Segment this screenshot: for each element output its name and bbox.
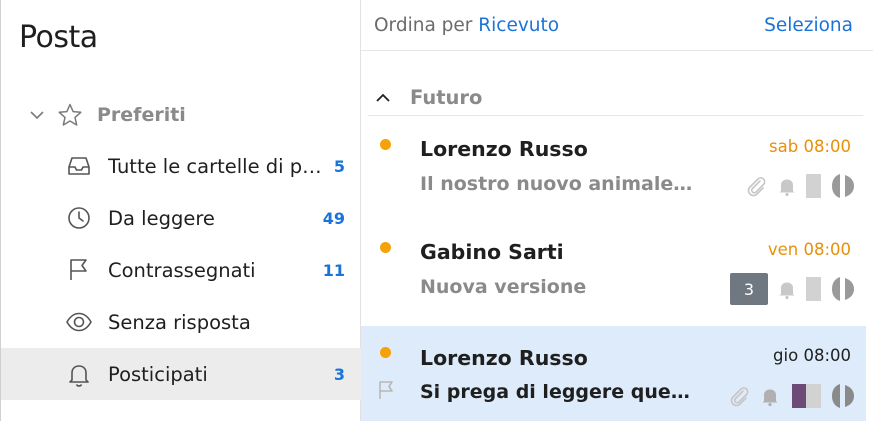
message-sender: Lorenzo Russo: [420, 346, 588, 370]
message-time: ven 08:00: [767, 240, 851, 259]
sidebar-item-label: Contrassegnati: [108, 258, 256, 282]
sidebar-item-count: 11: [322, 260, 345, 280]
sidebar-item-snoozed[interactable]: Posticipati 3: [1, 348, 361, 400]
eye-icon: [66, 312, 92, 332]
message-status-icons: [737, 170, 858, 202]
clock-icon: [68, 207, 90, 229]
message-sender: Gabino Sarti: [420, 240, 564, 264]
sidebar-item-unread[interactable]: Da leggere 49: [1, 192, 361, 244]
favorites-label: Preferiti: [97, 104, 186, 126]
group-header[interactable]: Futuro: [368, 80, 863, 116]
group-label: Futuro: [410, 86, 483, 109]
sidebar-item-label: Senza risposta: [108, 310, 251, 334]
category-tag: [806, 384, 821, 408]
sidebar-item-label: Tutte le cartelle di posta: [108, 154, 330, 178]
message-list-pane: Ordina per Ricevuto Seleziona Futuro Lor…: [361, 0, 873, 421]
category-tag: [806, 277, 821, 301]
sidebar-item-label: Da leggere: [108, 206, 215, 230]
chevron-down-icon: [30, 111, 44, 120]
chevron-up-icon: [376, 93, 390, 102]
sidebar-item-count: 3: [333, 364, 345, 384]
favorites-header[interactable]: Preferiti: [27, 98, 347, 132]
sidebar-item-label: Posticipati: [108, 362, 208, 386]
sidebar-item-count: 5: [333, 156, 345, 176]
message-subject: Si prega di leggere questo messaggio: [420, 381, 695, 403]
unread-dot[interactable]: [380, 139, 391, 150]
thread-count-badge: 3: [730, 273, 768, 305]
sidebar: Posta Preferiti Tutte le cartelle di pos…: [0, 0, 361, 421]
message-subject: Il nostro nuovo animale domestico: [420, 173, 695, 195]
flag-icon[interactable]: [376, 379, 398, 401]
message-status-icons: 3: [723, 273, 858, 305]
message-row[interactable]: Lorenzo Russo sab 08:00 Il nostro nuovo …: [361, 123, 866, 226]
sidebar-item-flagged[interactable]: Contrassegnati 11: [1, 244, 361, 296]
sort-bar: Ordina per Ricevuto Seleziona: [361, 0, 873, 51]
inbox-tray-icon: [68, 157, 90, 175]
message-time: gio 08:00: [773, 346, 851, 365]
pin-icon[interactable]: [828, 381, 858, 411]
category-tag: [806, 174, 821, 198]
sidebar-item-all-folders[interactable]: Tutte le cartelle di posta 5: [1, 140, 361, 192]
bell-icon: [779, 282, 795, 300]
message-status-icons: [720, 380, 858, 412]
flag-icon: [70, 259, 87, 280]
sidebar-item-count: 49: [322, 208, 345, 228]
paperclip-icon: [730, 387, 749, 407]
message-row[interactable]: Gabino Sarti ven 08:00 Nuova versione 3: [361, 226, 866, 329]
pin-icon[interactable]: [828, 171, 858, 201]
sort-label: Ordina per: [374, 14, 473, 36]
message-subject: Nuova versione: [420, 276, 587, 298]
sort-value[interactable]: Ricevuto: [478, 15, 559, 36]
unread-dot[interactable]: [380, 347, 391, 358]
paperclip-icon: [747, 177, 766, 197]
category-tag-purple: [792, 384, 806, 408]
message-sender: Lorenzo Russo: [420, 137, 588, 161]
sidebar-item-unanswered[interactable]: Senza risposta: [1, 296, 361, 348]
bell-icon: [779, 179, 795, 197]
sidebar-title: Posta: [19, 20, 98, 55]
select-button[interactable]: Seleziona: [764, 15, 853, 36]
message-time: sab 08:00: [769, 137, 851, 156]
bell-icon: [762, 389, 778, 407]
unread-dot[interactable]: [380, 242, 391, 253]
pin-icon[interactable]: [828, 274, 858, 304]
sort-control[interactable]: Ordina per Ricevuto: [374, 15, 559, 36]
bell-icon: [69, 365, 89, 387]
star-icon: [58, 103, 82, 126]
message-row-selected[interactable]: Lorenzo Russo gio 08:00 Si prega di legg…: [361, 326, 866, 421]
